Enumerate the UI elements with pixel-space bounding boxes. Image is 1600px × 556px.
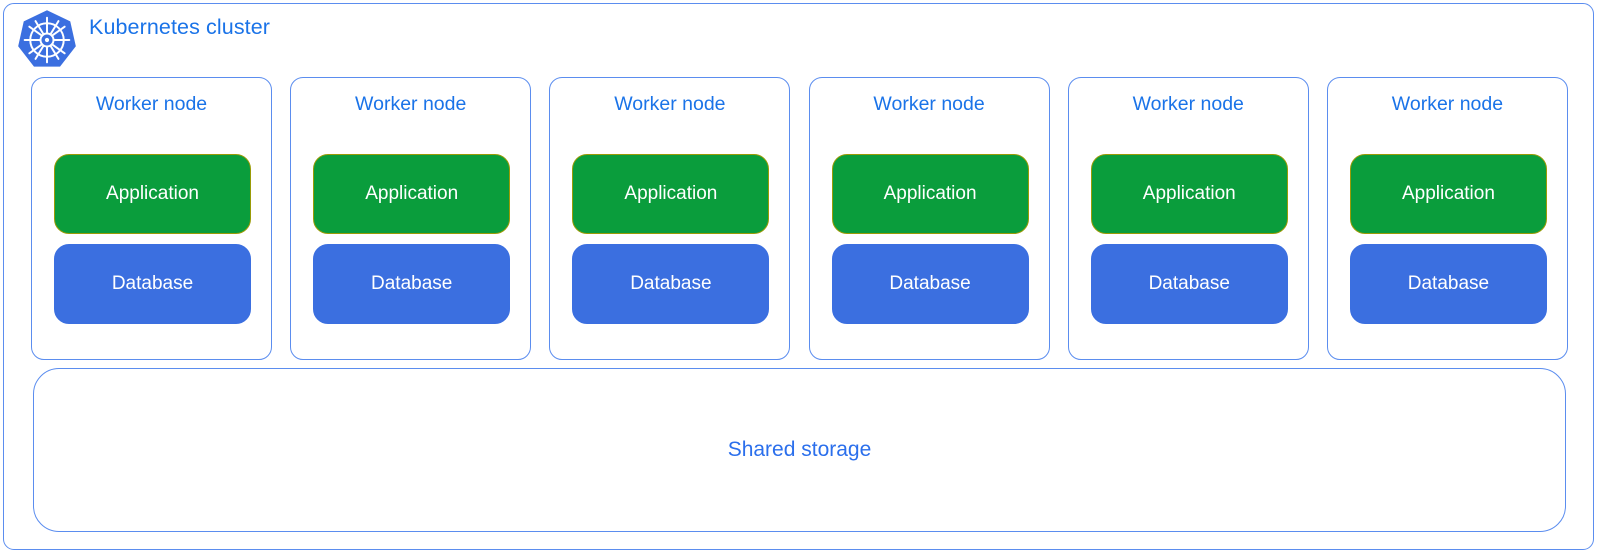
- application-pod-label: Application: [106, 183, 199, 204]
- worker-node-label: Worker node: [1132, 93, 1244, 115]
- worker-node-card[interactable]: Worker node Application Database: [549, 77, 791, 360]
- application-pod[interactable]: Application: [1349, 154, 1547, 234]
- application-pod-label: Application: [1401, 183, 1495, 204]
- kubernetes-cluster-container: Kubernetes cluster Worker node Applicati…: [3, 3, 1594, 550]
- database-pod[interactable]: Database: [1090, 244, 1288, 324]
- application-pod-label: Application: [365, 183, 459, 204]
- worker-node-card[interactable]: Worker node Application Database: [31, 77, 272, 360]
- application-pod[interactable]: Application: [54, 154, 251, 234]
- worker-node-label: Worker node: [1391, 93, 1504, 115]
- worker-node-card[interactable]: Worker node Application Database: [808, 77, 1050, 360]
- worker-node-label: Worker node: [614, 93, 726, 115]
- application-pod-label: Application: [1142, 183, 1236, 204]
- worker-node-label: Worker node: [873, 93, 985, 115]
- database-pod[interactable]: Database: [572, 244, 770, 324]
- database-pod[interactable]: Database: [1349, 244, 1547, 324]
- application-pod[interactable]: Application: [831, 154, 1029, 234]
- database-pod[interactable]: Database: [831, 244, 1029, 324]
- application-pod[interactable]: Application: [1090, 154, 1288, 234]
- database-pod-label: Database: [1148, 273, 1230, 294]
- database-pod-label: Database: [111, 273, 194, 294]
- database-pod[interactable]: Database: [313, 244, 511, 324]
- application-pod[interactable]: Application: [313, 154, 511, 234]
- application-pod[interactable]: Application: [572, 154, 770, 234]
- worker-node-card[interactable]: Worker node Application Database: [290, 77, 532, 360]
- application-pod-label: Application: [883, 183, 977, 204]
- worker-node-label: Worker node: [95, 93, 208, 115]
- worker-node-card[interactable]: Worker node Application Database: [1067, 77, 1309, 360]
- worker-node-row: Worker node Application Database Worker …: [31, 77, 1568, 360]
- shared-storage-label: Shared storage: [727, 438, 872, 461]
- database-pod-label: Database: [371, 273, 453, 294]
- database-pod-label: Database: [1407, 273, 1490, 294]
- cluster-header: Kubernetes cluster: [4, 4, 1593, 74]
- application-pod-label: Application: [624, 183, 718, 204]
- shared-storage-container[interactable]: Shared storage: [33, 368, 1566, 532]
- worker-node-label: Worker node: [355, 93, 467, 115]
- worker-node-card[interactable]: Worker node Application Database: [1326, 77, 1568, 360]
- database-pod-label: Database: [889, 273, 971, 294]
- database-pod-label: Database: [630, 273, 712, 294]
- cluster-title: Kubernetes cluster: [89, 15, 271, 39]
- kubernetes-logo-icon: [16, 9, 78, 71]
- database-pod[interactable]: Database: [54, 244, 251, 324]
